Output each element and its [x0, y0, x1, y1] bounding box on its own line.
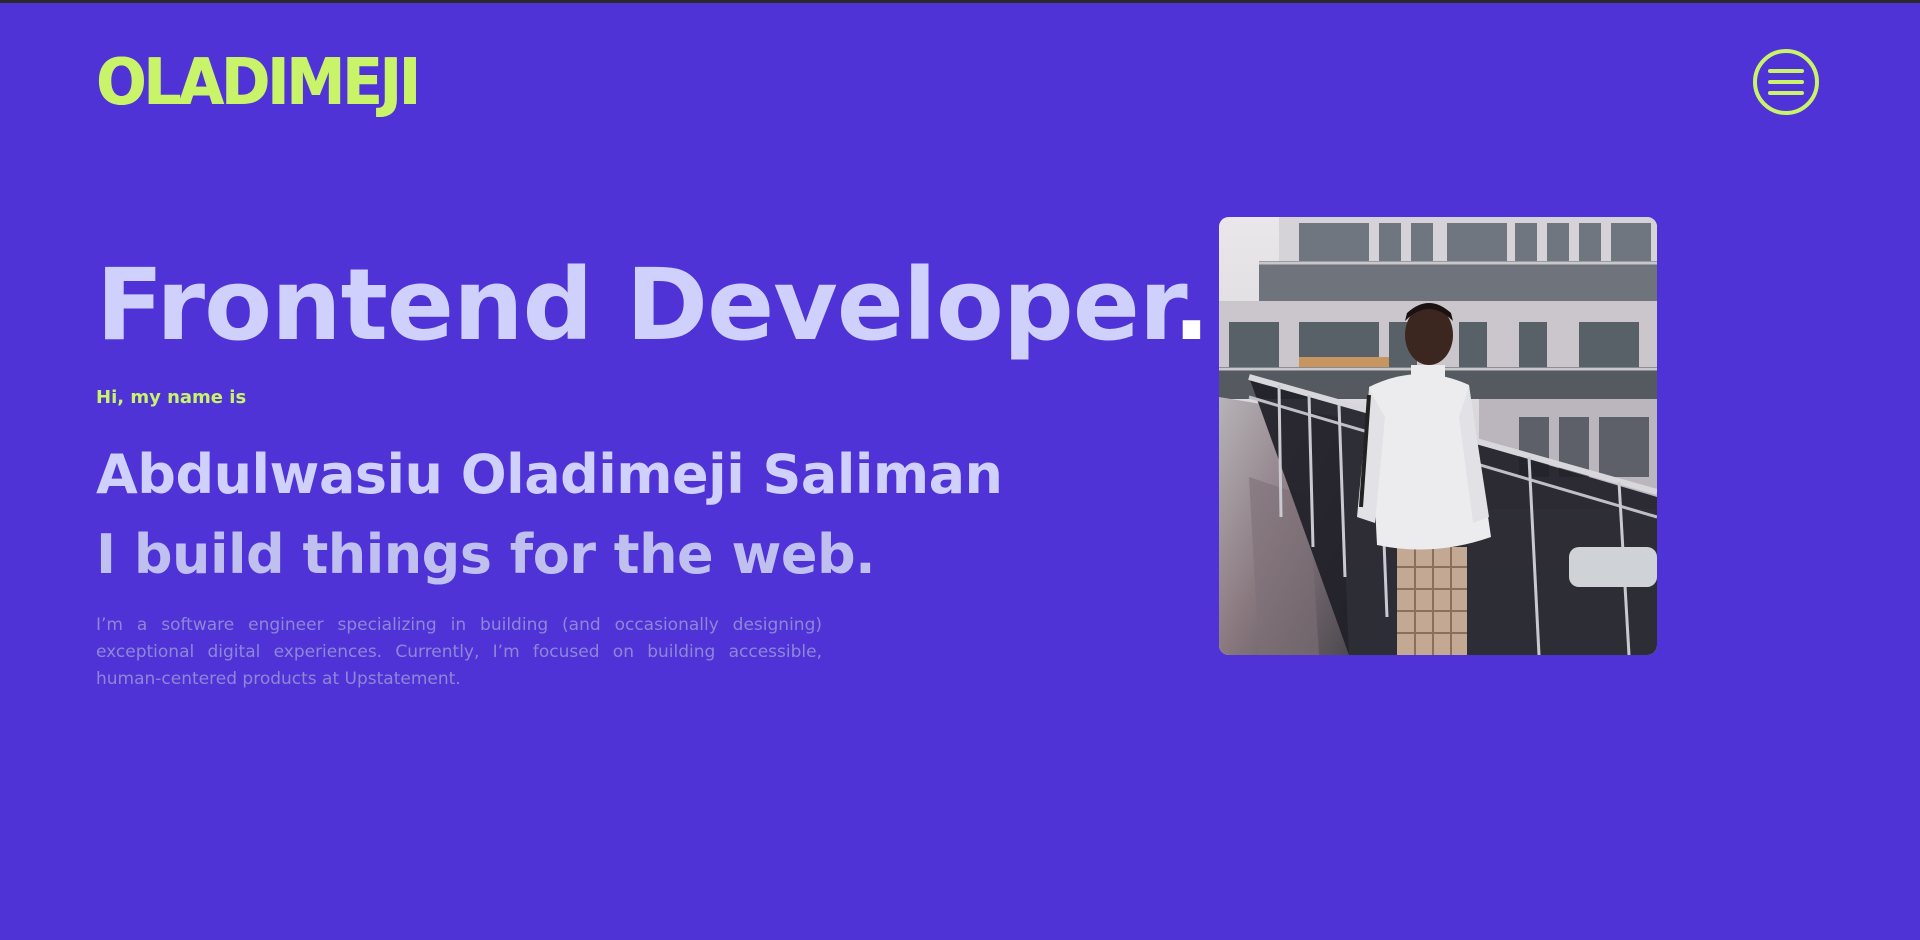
tagline: I build things for the web. — [96, 523, 876, 586]
hero-title-dot: . — [1172, 248, 1211, 363]
logo[interactable]: OLADIMEJI — [96, 45, 420, 121]
profile-photo-illustration — [1219, 217, 1657, 655]
hero-title-text: Frontend Developer — [96, 248, 1174, 363]
hero-title: Frontend Developer. — [96, 246, 1211, 366]
full-name: Abdulwasiu Oladimeji Saliman — [96, 443, 1003, 506]
menu-button[interactable] — [1753, 49, 1819, 115]
greeting: Hi, my name is — [96, 387, 247, 408]
profile-photo — [1219, 217, 1657, 655]
hamburger-menu-icon — [1768, 69, 1804, 95]
intro-paragraph: I’m a software engineer specializing in … — [96, 615, 822, 689]
